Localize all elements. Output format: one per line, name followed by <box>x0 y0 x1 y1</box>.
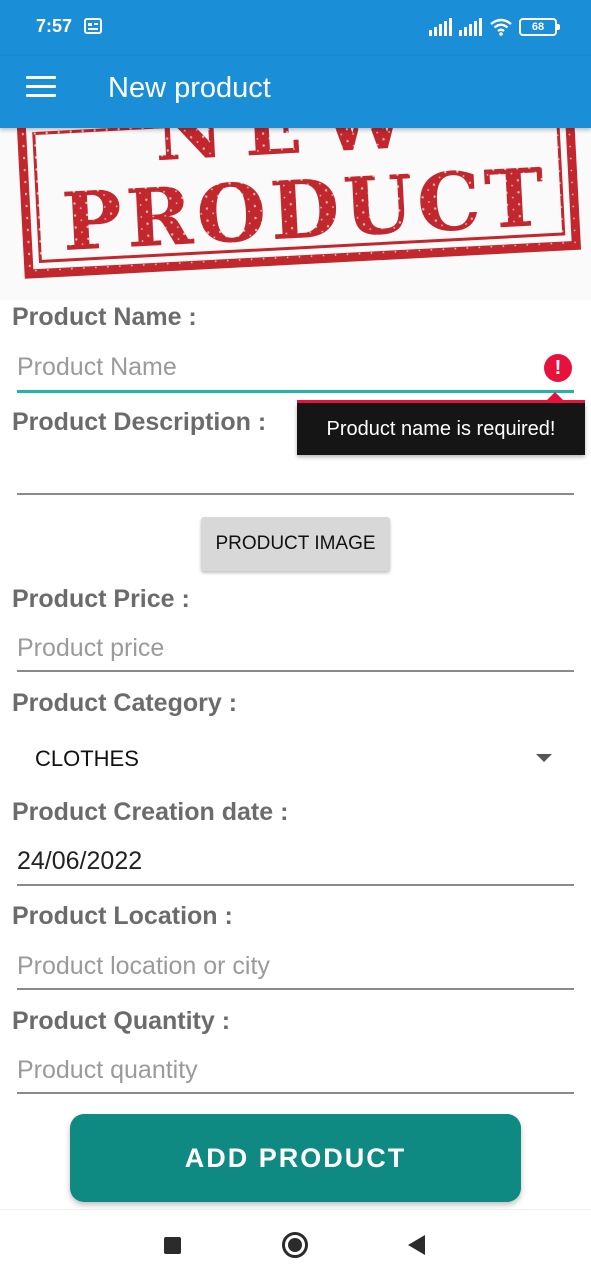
hamburger-menu-icon[interactable] <box>26 76 58 98</box>
product-location-underline <box>17 988 574 990</box>
product-quantity-underline <box>17 1092 574 1094</box>
status-bar: 7:57 68 <box>0 0 591 56</box>
home-icon[interactable] <box>282 1232 308 1258</box>
product-description-label: Product Description : <box>12 408 267 436</box>
add-product-button[interactable]: ADD PRODUCT <box>70 1114 521 1202</box>
product-quantity-label: Product Quantity : <box>12 1007 231 1035</box>
wifi-icon <box>490 18 512 36</box>
product-location-label: Product Location : <box>12 902 233 930</box>
product-name-underline <box>17 390 574 393</box>
product-creation-date-input[interactable] <box>17 840 574 888</box>
product-category-dropdown[interactable]: CLOTHES <box>17 730 574 786</box>
product-description-underline <box>17 493 574 495</box>
page-title: New product <box>108 72 271 104</box>
system-nav-bar <box>0 1209 591 1280</box>
app-bar: New product <box>0 56 591 128</box>
new-product-stamp: NEW PRODUCT <box>16 128 582 279</box>
new-product-banner: NEW PRODUCT <box>0 128 591 300</box>
product-creation-date-label: Product Creation date : <box>12 798 289 826</box>
recents-icon[interactable] <box>164 1237 181 1254</box>
signal-icon <box>459 18 482 36</box>
product-category-value: CLOTHES <box>35 746 139 771</box>
error-tooltip: Product name is required! <box>297 392 585 455</box>
product-price-input[interactable] <box>17 627 574 675</box>
product-image-button[interactable]: PRODUCT IMAGE <box>201 517 390 571</box>
product-price-underline <box>17 670 574 672</box>
product-quantity-input[interactable] <box>17 1049 574 1097</box>
product-name-input[interactable] <box>17 346 574 394</box>
product-price-label: Product Price : <box>12 585 190 613</box>
status-icons: 68 <box>429 16 560 38</box>
back-icon[interactable] <box>408 1235 425 1255</box>
dropdown-arrow-icon <box>536 754 552 762</box>
status-time: 7:57 <box>36 16 73 36</box>
product-location-input[interactable] <box>17 945 574 993</box>
error-icon: ! <box>544 354 572 382</box>
product-category-label: Product Category : <box>12 689 238 717</box>
product-creation-date-underline <box>17 884 574 886</box>
signal-icon <box>429 18 452 36</box>
product-name-label: Product Name : <box>12 303 197 331</box>
battery-level: 68 <box>531 21 545 33</box>
error-message: Product name is required! <box>326 417 556 440</box>
battery-icon: 68 <box>519 18 560 36</box>
sim-card-icon <box>84 18 102 34</box>
